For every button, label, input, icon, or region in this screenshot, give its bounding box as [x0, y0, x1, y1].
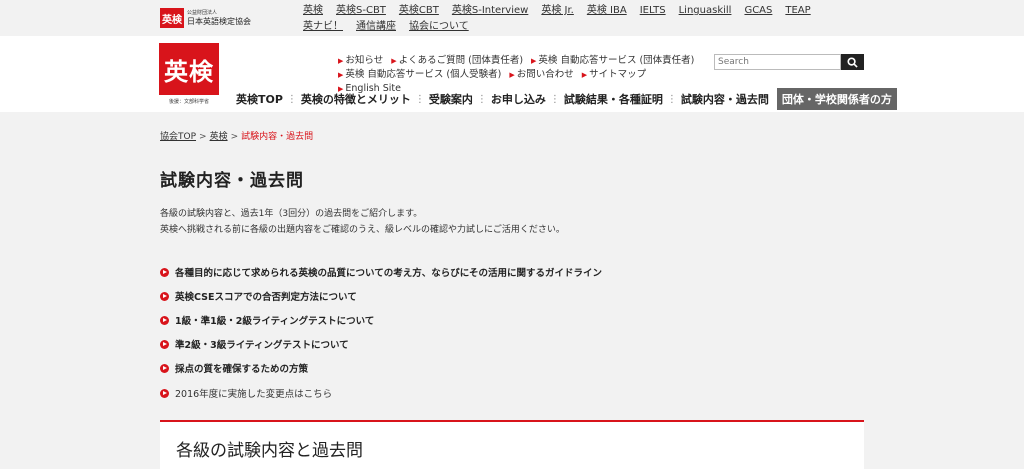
util-link-faq[interactable]: ▶ よくあるご質問 (団体責任者)	[391, 55, 523, 67]
top-link-about[interactable]: 協会について	[409, 21, 469, 33]
intro-text: 各級の試験内容と、過去1年（3回分）の過去問をご紹介します。 英検へ挑戦される前…	[160, 206, 565, 238]
change-link-label: 2016年度に実施した変更点はこちら	[175, 389, 333, 400]
breadcrumb-current: 試験内容・過去問	[241, 132, 314, 142]
search-icon	[847, 56, 858, 68]
search-input[interactable]	[714, 54, 841, 70]
intro-line: 各級の試験内容と、過去1年（3回分）の過去問をご紹介します。	[160, 209, 423, 219]
arrow-circle-icon	[160, 363, 169, 373]
top-links: 英検 英検S-CBT 英検CBT 英検S-Interview 英検 Jr. 英検…	[303, 5, 863, 33]
top-link-ielts[interactable]: IELTS	[640, 5, 666, 17]
top-link-gcas[interactable]: GCAS	[744, 5, 772, 17]
site-header: 英検 後援：文部科学省 ▶ お知らせ ▶ よくあるご質問 (団体責任者) ▶ 英検 自…	[0, 36, 1024, 112]
global-nav: 英検TOP ⋮ 英検の特徴とメリット ⋮ 受験案内 ⋮ お申し込み ⋮ 試験結果…	[232, 88, 897, 110]
search-button[interactable]	[841, 54, 864, 70]
arrow-circle-icon	[160, 267, 169, 277]
nav-features[interactable]: 英検の特徴とメリット	[297, 91, 415, 107]
top-link-s-cbt[interactable]: 英検S-CBT	[336, 5, 386, 17]
nav-groups-schools[interactable]: 団体・学校関係者の方	[776, 88, 897, 110]
guide-links: 各種目的に応じて求められる英検の品質についての考え方、ならびにその活用に関するガ…	[160, 260, 602, 380]
change-link[interactable]: 2016年度に実施した変更点はこちら	[160, 386, 332, 400]
org-subtitle: 公益財団法人	[187, 9, 218, 16]
search-box	[714, 54, 864, 70]
breadcrumb-separator: >	[230, 132, 239, 142]
org-logo[interactable]: 英検 公益財団法人 日本英語検定協会	[160, 8, 251, 28]
nav-separator: ⋮	[666, 93, 677, 105]
org-logo-mark: 英検	[160, 8, 184, 28]
nav-separator: ⋮	[549, 93, 560, 105]
triangle-icon: ▶	[531, 57, 537, 65]
guide-link-guideline[interactable]: 各種目的に応じて求められる英検の品質についての考え方、ならびにその活用に関するガ…	[160, 260, 602, 284]
guide-link-label: 1級・準1級・2級ライティングテストについて	[175, 316, 375, 327]
top-link-correspondence[interactable]: 通信講座	[356, 21, 396, 33]
nav-application[interactable]: お申し込み	[487, 91, 550, 107]
section-title: 各級の試験内容と過去問	[176, 441, 363, 461]
org-logo-text: 公益財団法人 日本英語検定協会	[187, 9, 251, 26]
util-link-label: お知らせ	[345, 55, 384, 66]
breadcrumb-home[interactable]: 協会TOP	[160, 132, 196, 142]
util-link-auto-individual[interactable]: ▶ 英検 自動応答サービス (個人受験者)	[338, 69, 501, 81]
guide-link-writing-upper[interactable]: 1級・準1級・2級ライティングテストについて	[160, 308, 602, 332]
top-link-teap[interactable]: TEAP	[785, 5, 810, 17]
nav-separator: ⋮	[414, 93, 425, 105]
nav-results[interactable]: 試験結果・各種証明	[560, 91, 667, 107]
intro-line: 英検へ挑戦される前に各級の出題内容をご確認のうえ、級レベルの確認や力試しにご活用…	[160, 225, 565, 235]
top-link-linguaskill[interactable]: Linguaskill	[679, 5, 732, 17]
triangle-icon: ▶	[581, 71, 588, 79]
triangle-icon: ▶	[509, 71, 515, 79]
nav-separator: ⋮	[476, 93, 487, 105]
guide-link-label: 各種目的に応じて求められる英検の品質についての考え方、ならびにその活用に関するガ…	[175, 268, 603, 279]
util-link-sitemap[interactable]: ▶ サイトマップ	[582, 69, 646, 81]
arrow-circle-icon	[160, 339, 169, 349]
util-link-label: よくあるご質問 (団体責任者)	[398, 55, 524, 66]
eiken-logo-mark: 英検	[159, 43, 219, 95]
arrow-circle-icon	[160, 388, 169, 398]
breadcrumb-parent[interactable]: 英検	[210, 132, 228, 142]
breadcrumb: 協会TOP > 英検 > 試験内容・過去問	[160, 129, 313, 142]
nav-exam-guide[interactable]: 受験案内	[425, 91, 477, 107]
arrow-circle-icon	[160, 315, 169, 325]
main-content: 協会TOP > 英検 > 試験内容・過去問 試験内容・過去問 各級の試験内容と、過去1年…	[0, 112, 1024, 469]
util-link-label: 英検 自動応答サービス (団体責任者)	[538, 55, 695, 66]
org-name: 日本英語検定協会	[187, 16, 251, 26]
nav-separator: ⋮	[286, 93, 297, 105]
guide-link-scoring-quality[interactable]: 採点の質を確保するための方策	[160, 356, 602, 380]
util-link-news[interactable]: ▶ お知らせ	[338, 55, 383, 67]
util-link-contact[interactable]: ▶ お問い合わせ	[509, 69, 573, 81]
guide-link-label: 準2級・3級ライティングテストについて	[175, 340, 349, 351]
util-link-label: サイトマップ	[589, 69, 647, 80]
guide-link-writing-lower[interactable]: 準2級・3級ライティングテストについて	[160, 332, 602, 356]
page-title: 試験内容・過去問	[160, 171, 304, 191]
util-link-auto-group[interactable]: ▶ 英検 自動応答サービス (団体責任者)	[531, 55, 694, 67]
triangle-icon: ▶	[391, 57, 397, 65]
nav-exam-content[interactable]: 試験内容・過去問	[677, 91, 773, 107]
guide-link-label: 英検CSEスコアでの合否判定方法について	[175, 292, 357, 303]
top-link-jr[interactable]: 英検 Jr.	[541, 5, 574, 17]
logo-sponsor-text: 後援：文部科学省	[168, 99, 209, 105]
exam-content-panel: 各級の試験内容と過去問	[160, 420, 864, 469]
top-utility-bar: 英検 公益財団法人 日本英語検定協会 英検 英検S-CBT 英検CBT 英検S-…	[0, 0, 1024, 36]
triangle-icon: ▶	[338, 71, 344, 79]
top-link-iba[interactable]: 英検 IBA	[587, 5, 627, 17]
breadcrumb-separator: >	[199, 132, 207, 142]
top-link-eiken[interactable]: 英検	[303, 5, 323, 17]
util-link-label: 英検 自動応答サービス (個人受験者)	[345, 69, 502, 80]
guide-link-label: 採点の質を確保するための方策	[175, 364, 309, 375]
util-link-label: お問い合わせ	[516, 69, 574, 80]
arrow-circle-icon	[160, 291, 169, 301]
eiken-logo[interactable]: 英検 後援：文部科学省	[159, 43, 219, 105]
top-link-s-interview[interactable]: 英検S-Interview	[452, 5, 528, 17]
top-link-einavi[interactable]: 英ナビ！	[303, 21, 343, 33]
top-link-cbt[interactable]: 英検CBT	[399, 5, 439, 17]
guide-link-cse-score[interactable]: 英検CSEスコアでの合否判定方法について	[160, 284, 602, 308]
nav-eiken-top[interactable]: 英検TOP	[232, 91, 287, 107]
triangle-icon: ▶	[338, 57, 344, 65]
